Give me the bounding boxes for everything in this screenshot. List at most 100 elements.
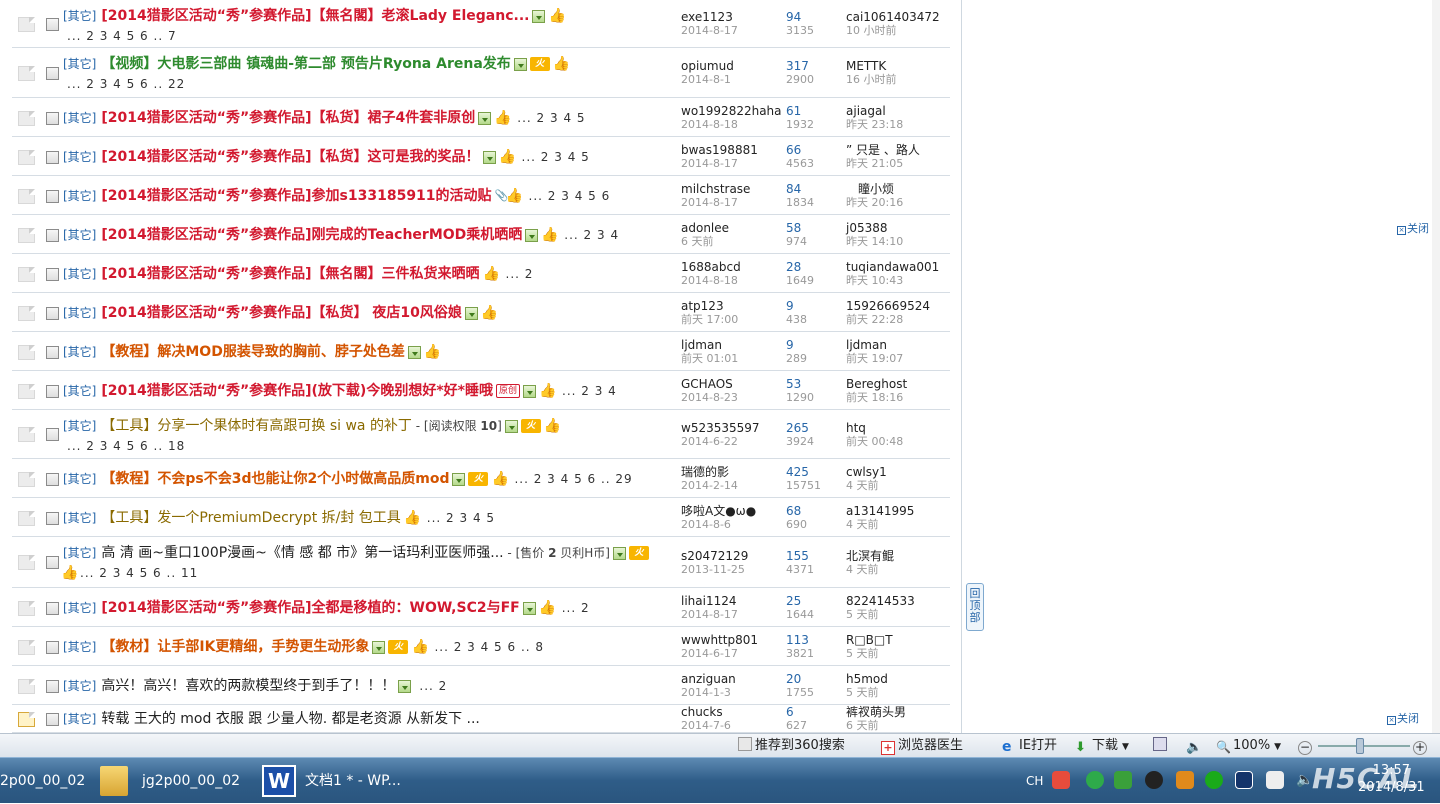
- last-post-time[interactable]: 4 天前: [846, 563, 894, 577]
- thread-checkbox[interactable]: [46, 641, 59, 654]
- thread-pagination[interactable]: ... 2 3 4 5 6: [529, 189, 611, 203]
- thread-title-link[interactable]: 高 清 画~重口100P漫画~《情 感 都 市》第一话玛利亚医师强...: [101, 545, 503, 561]
- thread-pagination[interactable]: ... 2 3 4 5: [522, 150, 590, 164]
- author-name-link[interactable]: 瑞德的影: [681, 465, 738, 479]
- thread-pagination[interactable]: ... 2 3 4 5: [517, 111, 585, 125]
- reply-count[interactable]: 25: [786, 594, 814, 608]
- last-poster-link[interactable]: 822414533: [846, 594, 915, 608]
- thread-pagination[interactable]: ... 2 3 4 5 6 .. 22: [67, 76, 185, 92]
- thread-pagination[interactable]: 👍... 2 3 4 5 6 .. 11: [61, 565, 198, 581]
- last-poster-link[interactable]: ljdman: [846, 338, 903, 352]
- last-poster-link[interactable]: 瞳小烦: [846, 182, 903, 196]
- thread-title-link[interactable]: [2014猎影区活动“秀”参赛作品]刚完成的TeacherMOD乘机晒晒: [101, 227, 522, 243]
- last-post-time[interactable]: 5 天前: [846, 686, 888, 700]
- thread-checkbox[interactable]: [46, 428, 59, 441]
- thread-title-link[interactable]: [2014猎影区活动“秀”参赛作品]【私货】裙子4件套非原创: [101, 110, 475, 126]
- reply-count[interactable]: 9: [786, 299, 807, 313]
- thread-title-link[interactable]: [2014猎影区活动“秀”参赛作品]【無名閣】三件私货来晒晒: [101, 266, 479, 282]
- thread-category-link[interactable]: [其它]: [63, 189, 96, 203]
- thread-category-link[interactable]: [其它]: [63, 419, 96, 433]
- thread-pagination[interactable]: ... 2: [506, 267, 534, 281]
- reply-count[interactable]: 58: [786, 221, 807, 235]
- last-post-time[interactable]: 前天 22:28: [846, 313, 930, 327]
- ie-open-button[interactable]: e IE打开: [1002, 737, 1057, 755]
- reply-count[interactable]: 53: [786, 377, 814, 391]
- last-post-time[interactable]: 前天 19:07: [846, 352, 903, 366]
- thread-category-link[interactable]: [其它]: [63, 9, 96, 23]
- thread-checkbox[interactable]: [46, 602, 59, 615]
- last-post-time[interactable]: 16 小时前: [846, 73, 897, 87]
- reply-count[interactable]: 155: [786, 549, 814, 563]
- thread-title-link[interactable]: 【教程】解决MOD服装导致的胸前、脖子处色差: [101, 344, 404, 360]
- last-post-time[interactable]: 5 天前: [846, 647, 893, 661]
- author-name-link[interactable]: GCHAOS: [681, 377, 738, 391]
- thread-checkbox[interactable]: [46, 268, 59, 281]
- browser-doctor-button[interactable]: + 浏览器医生: [881, 737, 963, 755]
- last-poster-link[interactable]: METTK: [846, 59, 897, 73]
- author-name-link[interactable]: opiumud: [681, 59, 734, 73]
- thread-title-link[interactable]: [2014猎影区活动“秀”参赛作品]【私货】这可是我的奖品！: [101, 149, 479, 165]
- last-poster-link[interactable]: 15926669524: [846, 299, 930, 313]
- reply-count[interactable]: 265: [786, 421, 814, 435]
- author-name-link[interactable]: anziguan: [681, 672, 736, 686]
- thread-pagination[interactable]: ... 2 3 4 5 6 .. 8: [434, 640, 544, 654]
- last-poster-link[interactable]: cai1061403472: [846, 10, 940, 24]
- back-to-top-button[interactable]: 回顶部: [966, 583, 984, 631]
- reply-count[interactable]: 113: [786, 633, 814, 647]
- thread-title-link[interactable]: 转载 王大的 mod 衣服 跟 少量人物. 都是老资源 从新发下 ...: [101, 711, 480, 727]
- thread-category-link[interactable]: [其它]: [63, 511, 96, 525]
- plus-circle-icon[interactable]: [1205, 771, 1223, 789]
- last-post-time[interactable]: 昨天 14:10: [846, 235, 903, 249]
- author-name-link[interactable]: wo1992822haha: [681, 104, 782, 118]
- reply-count[interactable]: 66: [786, 143, 814, 157]
- thread-category-link[interactable]: [其它]: [63, 306, 96, 320]
- reply-count[interactable]: 20: [786, 672, 814, 686]
- author-name-link[interactable]: s20472129: [681, 549, 748, 563]
- last-post-time[interactable]: 昨天 10:43: [846, 274, 939, 288]
- author-name-link[interactable]: exe1123: [681, 10, 738, 24]
- zoom-control[interactable]: 🔍 100% ▼: [1216, 737, 1281, 755]
- reply-count[interactable]: 84: [786, 182, 814, 196]
- thread-category-link[interactable]: [其它]: [63, 111, 96, 125]
- thread-title-link[interactable]: 【教材】让手部IK更精细，手势更生动形象: [101, 639, 369, 655]
- thread-category-link[interactable]: [其它]: [63, 546, 96, 560]
- taskbar-item-2[interactable]: jg2p00_00_02: [142, 758, 240, 804]
- window-toggle-button[interactable]: [1153, 737, 1170, 755]
- page-scrollbar[interactable]: [1432, 0, 1440, 733]
- shield-icon[interactable]: [1114, 771, 1132, 789]
- author-name-link[interactable]: w523535597: [681, 421, 760, 435]
- close-ad-button-2[interactable]: × 关闭: [1387, 710, 1419, 726]
- last-poster-link[interactable]: Bereghost: [846, 377, 907, 391]
- thread-pagination[interactable]: ... 2: [419, 679, 447, 693]
- thread-checkbox[interactable]: [46, 307, 59, 320]
- thread-title-link[interactable]: [2014猎影区活动“秀”参赛作品]【私货】 夜店10风俗娘: [101, 305, 462, 321]
- reply-count[interactable]: 6: [786, 705, 807, 719]
- qq-penguin-icon[interactable]: [1145, 771, 1163, 789]
- thread-pagination[interactable]: ... 2 3 4 5: [427, 511, 495, 525]
- thread-category-link[interactable]: [其它]: [63, 57, 96, 71]
- thread-title-link[interactable]: 【工具】发一个PremiumDecrypt 拆/封 包工具: [101, 510, 400, 526]
- last-poster-link[interactable]: R□B□T: [846, 633, 893, 647]
- last-poster-link[interactable]: cwlsy1: [846, 465, 887, 479]
- thread-checkbox[interactable]: [46, 229, 59, 242]
- taskbar-item-1[interactable]: 2p00_00_02: [0, 758, 85, 804]
- volume-button[interactable]: 🔈: [1186, 737, 1203, 755]
- author-name-link[interactable]: 哆啦A文●ω●: [681, 504, 756, 518]
- network-icon[interactable]: [1235, 771, 1253, 789]
- thread-pagination[interactable]: ... 2 3 4: [562, 384, 617, 398]
- thread-category-link[interactable]: [其它]: [63, 640, 96, 654]
- thread-category-link[interactable]: [其它]: [63, 267, 96, 281]
- last-poster-link[interactable]: j05388: [846, 221, 903, 235]
- thread-checkbox[interactable]: [46, 346, 59, 359]
- last-post-time[interactable]: 4 天前: [846, 518, 914, 532]
- author-name-link[interactable]: milchstrase: [681, 182, 750, 196]
- reply-count[interactable]: 28: [786, 260, 814, 274]
- reply-count[interactable]: 61: [786, 104, 814, 118]
- thread-title-link[interactable]: 高兴！高兴！喜欢的两款模型终于到手了！！！: [101, 678, 395, 694]
- thread-checkbox[interactable]: [46, 190, 59, 203]
- thread-checkbox[interactable]: [46, 713, 59, 726]
- download-button[interactable]: ⬇ 下载 ▼: [1075, 737, 1129, 755]
- last-post-time[interactable]: 前天 18:16: [846, 391, 907, 405]
- thread-pagination[interactable]: ... 2 3 4 5 6 .. 29: [514, 472, 632, 486]
- thread-checkbox[interactable]: [46, 18, 59, 31]
